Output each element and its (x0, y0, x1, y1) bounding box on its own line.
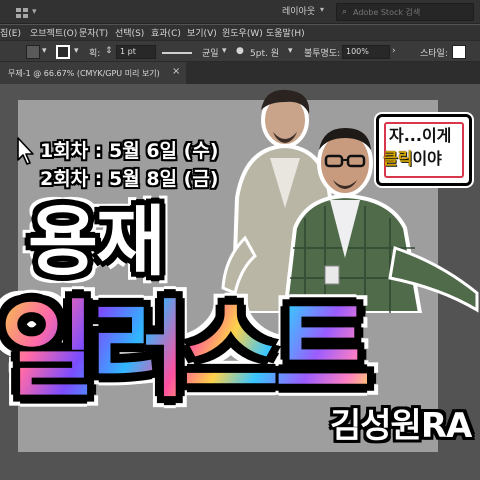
chevron-down-icon[interactable]: ▾ (222, 46, 227, 56)
menu-item-object[interactable]: 오브젝트(O) (30, 26, 77, 39)
stroke-swatch[interactable] (56, 45, 70, 59)
speech-bubble: 자...이게 클릭이야 (376, 114, 472, 186)
menu-item-select[interactable]: 선택(S) (115, 26, 144, 39)
document-tab-title: 무제-1 @ 66.67% (CMYK/GPU 미리 보기) (8, 69, 160, 78)
stroke-weight-field[interactable]: 1 pt (116, 45, 156, 59)
search-input[interactable] (353, 6, 471, 18)
arrow-cursor-icon (17, 137, 34, 165)
menu-item-help[interactable]: 도움말(H) (266, 26, 305, 39)
menu-item-type[interactable]: 문자(T) (79, 26, 108, 39)
stroke-label: 획: (89, 49, 101, 59)
chevron-down-icon[interactable]: ▾ (42, 46, 47, 56)
document-tab[interactable]: 무제-1 @ 66.67% (CMYK/GPU 미리 보기) × (0, 62, 186, 84)
speech-highlight: 클릭 (383, 149, 413, 168)
session-date-2: 2회차 : 5월 8일 (금) (40, 168, 219, 190)
speech-rest: 이야 (412, 149, 442, 168)
style-label: 스타일: (420, 49, 448, 59)
magnifier-icon: ⌕ (342, 7, 348, 17)
opacity-field[interactable]: 100% (342, 45, 390, 59)
session-date-1: 1회차 : 5월 6일 (수) (40, 140, 219, 162)
chevron-right-icon[interactable]: › (392, 46, 396, 56)
brush-dot-icon: ● (236, 46, 244, 56)
menu-item-window[interactable]: 윈도우(W) (222, 26, 263, 39)
chevron-down-icon[interactable]: ▾ (320, 5, 324, 14)
presenter-signature: 김성원RA (330, 406, 472, 446)
menu-item-edit[interactable]: 집(E) (0, 26, 21, 39)
menu-item-view[interactable]: 보기(V) (187, 26, 217, 39)
document-tab-bar: 무제-1 @ 66.67% (CMYK/GPU 미리 보기) × (0, 62, 480, 84)
title-line-1: 용재 (28, 197, 166, 286)
control-bar: ▾ ▾ 획: ⇕ 1 pt 균일 ▾ ● 5pt. 원 ▾ 불투명도: 100%… (0, 40, 480, 62)
chevron-down-icon[interactable]: ▾ (74, 46, 79, 56)
stroke-profile-label[interactable]: 균일 (202, 46, 219, 59)
chevron-down-icon[interactable]: ▾ (32, 7, 37, 17)
grid-icon[interactable] (16, 8, 28, 18)
session-dates: 1회차 : 5월 6일 (수) 2회차 : 5월 8일 (금) (40, 137, 219, 193)
layout-switcher[interactable]: 레이아웃 (278, 5, 319, 20)
app-bar: ▾ 레이아웃 ▾ ⌕ (0, 0, 480, 24)
close-icon[interactable]: × (172, 66, 180, 77)
adobe-stock-search[interactable]: ⌕ (336, 3, 474, 21)
brush-label[interactable]: 5pt. 원 (250, 46, 279, 59)
opacity-label: 불투명도: (304, 49, 341, 59)
chevron-down-icon[interactable]: ▾ (288, 46, 293, 56)
stroke-profile-preview[interactable] (162, 52, 192, 54)
speech-line-1: 자...이게 (389, 126, 452, 145)
stepper-icon[interactable]: ⇕ (105, 46, 113, 56)
speech-line-2: 클릭이야 (383, 145, 442, 169)
title-line-2: 일러스트 (0, 289, 371, 411)
menu-item-effect[interactable]: 효과(C) (151, 26, 181, 39)
graphic-style-swatch[interactable] (452, 45, 466, 59)
menu-bar: 집(E) 오브젝트(O) 문자(T) 선택(S) 효과(C) 보기(V) 윈도우… (0, 25, 480, 40)
fill-swatch[interactable] (26, 45, 40, 59)
illustrator-window: ▾ 레이아웃 ▾ ⌕ 집(E) 오브젝트(O) 문자(T) 선택(S) 효과(C… (0, 0, 480, 480)
